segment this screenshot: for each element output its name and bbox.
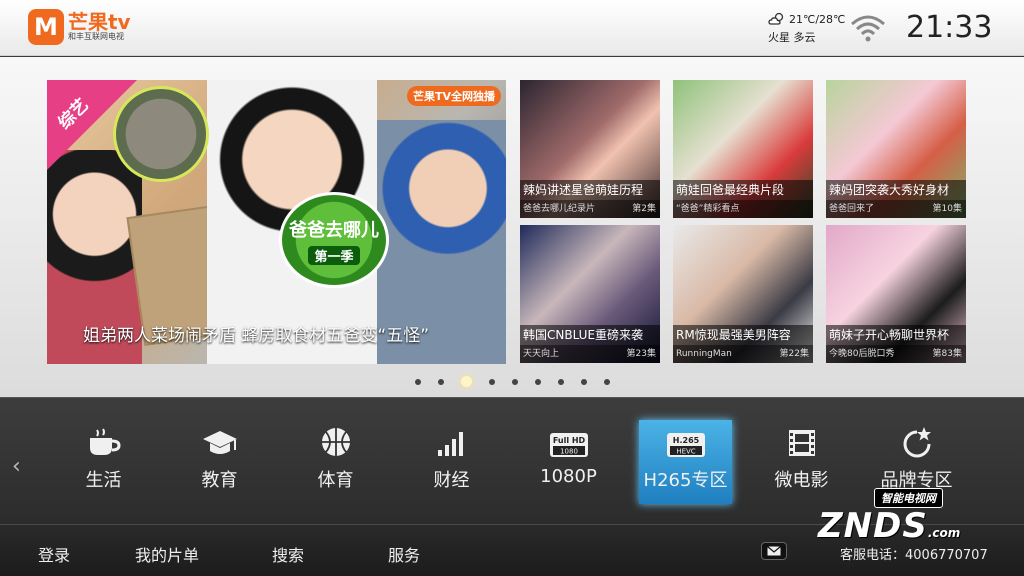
category-finance[interactable]: 财经 — [405, 420, 498, 496]
carousel-dot[interactable] — [580, 379, 587, 385]
znds-watermark: 智能电视网 ZNDS.com — [818, 476, 1018, 546]
watermark-top: 智能电视网 — [874, 488, 943, 508]
carousel-dot[interactable] — [603, 379, 610, 385]
icon-text-top: H.265 — [672, 436, 699, 445]
service-button[interactable]: 服务 — [388, 542, 420, 566]
carousel-dot[interactable] — [414, 379, 421, 385]
show-logo-title: 爸爸去哪儿 — [289, 219, 379, 241]
carousel-dot[interactable] — [534, 379, 541, 385]
video-subtitle: 今晚80后脱口秀 第83集 — [826, 345, 966, 363]
category-label: 体育 — [317, 470, 354, 491]
video-subtitle: “爸爸”精彩看点 — [673, 200, 813, 218]
login-button[interactable]: 登录 — [38, 542, 70, 566]
video-tile[interactable]: 萌娃回爸最经典片段 “爸爸”精彩看点 — [673, 80, 813, 218]
category-label: 生活 — [85, 470, 122, 491]
show-season: 第一季 — [308, 245, 360, 265]
episode-number: 第22集 — [779, 349, 809, 359]
show-logo: 爸爸去哪儿 第一季 — [279, 192, 389, 288]
video-tile[interactable]: RM惊现最强美男阵容 RunningMan 第22集 — [673, 225, 813, 363]
icon-text-top: Full HD — [552, 436, 585, 445]
coffee-cup-icon — [89, 428, 121, 455]
channel-tag: 芒果TV全网独播 — [407, 86, 502, 106]
logo-mark: M — [28, 9, 64, 45]
watermark-main: ZNDS.com — [818, 506, 961, 546]
category-label: 教育 — [201, 470, 238, 491]
my-list-button[interactable]: 我的片单 — [135, 542, 199, 566]
episode-number: 第10集 — [932, 204, 962, 214]
episode-number: 第2集 — [632, 204, 656, 214]
weather-widget: 21℃/28℃ 火星 多云 — [768, 12, 845, 45]
logo-subtitle: 和丰互联网电视 — [68, 32, 124, 41]
video-tile[interactable]: 韩国CNBLUE重磅来袭 天天向上 第23集 — [520, 225, 660, 363]
logo-name: 芒果tv — [68, 10, 131, 34]
video-subtitle: 爸爸去哪儿纪录片 第2集 — [520, 200, 660, 218]
category-h265-zone[interactable]: H.265 HEVC H265专区 — [639, 420, 732, 504]
category-label: 财经 — [433, 470, 470, 491]
category-1080p[interactable]: Full HD 1080 1080P — [522, 420, 615, 496]
category-label: H265专区 — [643, 470, 728, 491]
mail-icon — [767, 546, 781, 556]
episode-number: 第23集 — [626, 349, 656, 359]
film-strip-icon — [788, 430, 815, 456]
star-badge-icon — [903, 427, 931, 458]
category-label: 1080P — [540, 466, 597, 487]
carousel-dot[interactable] — [488, 379, 495, 385]
message-button[interactable] — [761, 542, 787, 560]
category-education[interactable]: 教育 — [173, 420, 266, 496]
icon-text-bottom: 1080 — [560, 448, 578, 456]
video-title: RM惊现最强美男阵容 — [673, 325, 813, 345]
episode-number: 第83集 — [932, 349, 962, 359]
category-sports[interactable]: 体育 — [289, 420, 382, 496]
search-button[interactable]: 搜索 — [272, 542, 304, 566]
category-life[interactable]: 生活 — [57, 420, 150, 496]
mango-tv-logo: M 芒果tv 和丰互联网电视 — [28, 9, 131, 45]
h265-hevc-icon: H.265 HEVC — [666, 433, 705, 457]
featured-banner-area: 综艺 爸爸去哪儿 第一季 芒果TV全网独播 姐弟两人菜场闹矛盾 蜂房取食材五爸变… — [0, 57, 1024, 397]
video-tile[interactable]: 辣妈讲述星爸萌娃历程 爸爸去哪儿纪录片 第2集 — [520, 80, 660, 218]
clock: 21:33 — [906, 10, 993, 45]
video-title: 辣妈团突袭大秀好身材 — [826, 180, 966, 200]
video-title: 辣妈讲述星爸萌娃历程 — [520, 180, 660, 200]
cloud-sun-icon — [768, 12, 784, 25]
top-bar: M 芒果tv 和丰互联网电视 21℃/28℃ 火星 多云 21:33 — [0, 0, 1024, 56]
hero-banner[interactable]: 综艺 爸爸去哪儿 第一季 芒果TV全网独播 姐弟两人菜场闹矛盾 蜂房取食材五爸变… — [47, 80, 506, 364]
video-tile[interactable]: 萌妹子开心畅聊世界杯 今晚80后脱口秀 第83集 — [826, 225, 966, 363]
video-title: 萌妹子开心畅聊世界杯 — [826, 325, 966, 345]
carousel-indicator — [0, 376, 1024, 387]
video-title: 萌娃回爸最经典片段 — [673, 180, 813, 200]
weather-condition: 火星 多云 — [768, 31, 816, 44]
basketball-icon — [321, 428, 350, 456]
carousel-dot[interactable] — [437, 379, 444, 385]
video-title: 韩国CNBLUE重磅来袭 — [520, 325, 660, 345]
full-hd-1080-icon: Full HD 1080 — [549, 433, 588, 457]
carousel-dot[interactable] — [511, 379, 518, 385]
weather-temperature: 21℃/28℃ — [789, 12, 846, 26]
video-subtitle: 天天向上 第23集 — [520, 345, 660, 363]
customer-service-hotline: 客服电话：4006770707 — [840, 548, 988, 563]
video-subtitle: RunningMan 第22集 — [673, 345, 813, 363]
video-subtitle: 爸爸回来了 第10集 — [826, 200, 966, 218]
bar-chart-icon — [437, 432, 463, 456]
carousel-dot[interactable] — [460, 376, 472, 387]
graduation-cap-icon — [202, 431, 237, 454]
carousel-dot[interactable] — [557, 379, 564, 385]
icon-text-bottom: HEVC — [676, 448, 695, 456]
hero-caption: 姐弟两人菜场闹矛盾 蜂房取食材五爸变“五怪” — [83, 326, 430, 346]
chevron-left-icon[interactable]: ‹ — [12, 454, 21, 479]
wifi-icon — [851, 15, 885, 42]
video-tile[interactable]: 辣妈团突袭大秀好身材 爸爸回来了 第10集 — [826, 80, 966, 218]
